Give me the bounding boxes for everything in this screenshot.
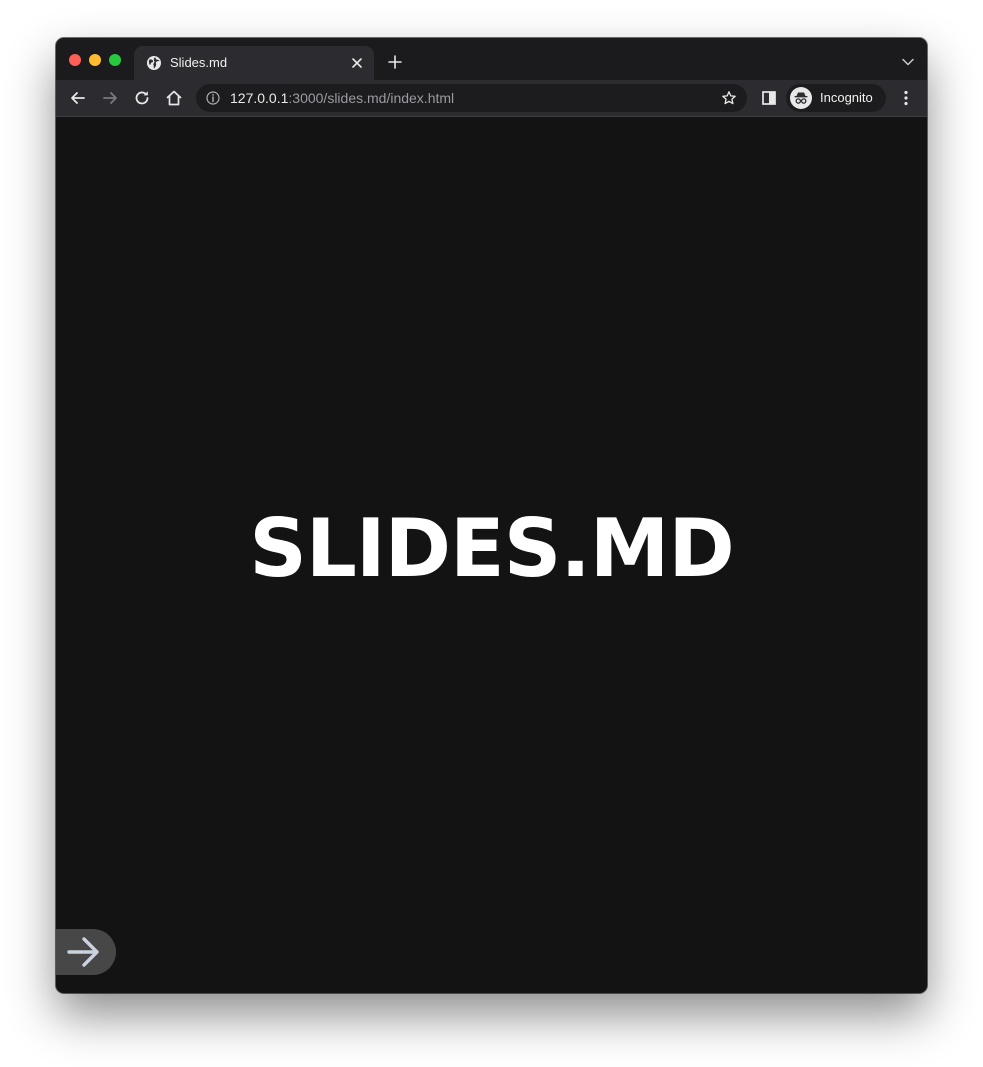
bookmark-star-icon[interactable] xyxy=(721,90,737,106)
window-maximize-button[interactable] xyxy=(109,54,121,66)
site-info-icon[interactable] xyxy=(206,91,220,105)
window-close-button[interactable] xyxy=(69,54,81,66)
incognito-icon xyxy=(790,87,812,109)
url-host: 127.0.0.1 xyxy=(230,90,289,106)
tab-title: Slides.md xyxy=(170,55,228,70)
url-path: :3000/slides.md/index.html xyxy=(288,90,455,106)
profile-button[interactable]: Incognito xyxy=(786,84,886,112)
chevron-down-icon[interactable] xyxy=(901,55,915,69)
profile-label: Incognito xyxy=(820,90,873,105)
address-url[interactable]: 127.0.0.1:3000/slides.md/index.html xyxy=(230,90,454,106)
home-icon[interactable] xyxy=(164,88,184,108)
more-menu-icon[interactable] xyxy=(896,88,916,108)
globe-icon xyxy=(146,55,162,71)
arrow-right-icon xyxy=(66,935,102,969)
browser-toolbar: 127.0.0.1:3000/slides.md/index.html Inco… xyxy=(56,80,927,117)
side-panel-icon[interactable] xyxy=(759,88,779,108)
tab-strip: Slides.md xyxy=(56,38,927,80)
window-minimize-button[interactable] xyxy=(89,54,101,66)
slide-title: SLIDES.MD xyxy=(249,502,734,595)
new-tab-icon[interactable] xyxy=(386,53,404,71)
tab-slides[interactable]: Slides.md xyxy=(134,46,374,80)
back-arrow-icon[interactable] xyxy=(68,88,88,108)
close-tab-icon[interactable] xyxy=(348,54,366,72)
address-bar[interactable]: 127.0.0.1:3000/slides.md/index.html xyxy=(196,84,747,112)
page-viewport: SLIDES.MD xyxy=(56,117,927,993)
next-slide-button[interactable] xyxy=(56,929,116,975)
forward-arrow-icon[interactable] xyxy=(100,88,120,108)
browser-window: Slides.md 127.0.0.1:3000/slides.md/index… xyxy=(56,38,927,993)
reload-icon[interactable] xyxy=(132,88,152,108)
